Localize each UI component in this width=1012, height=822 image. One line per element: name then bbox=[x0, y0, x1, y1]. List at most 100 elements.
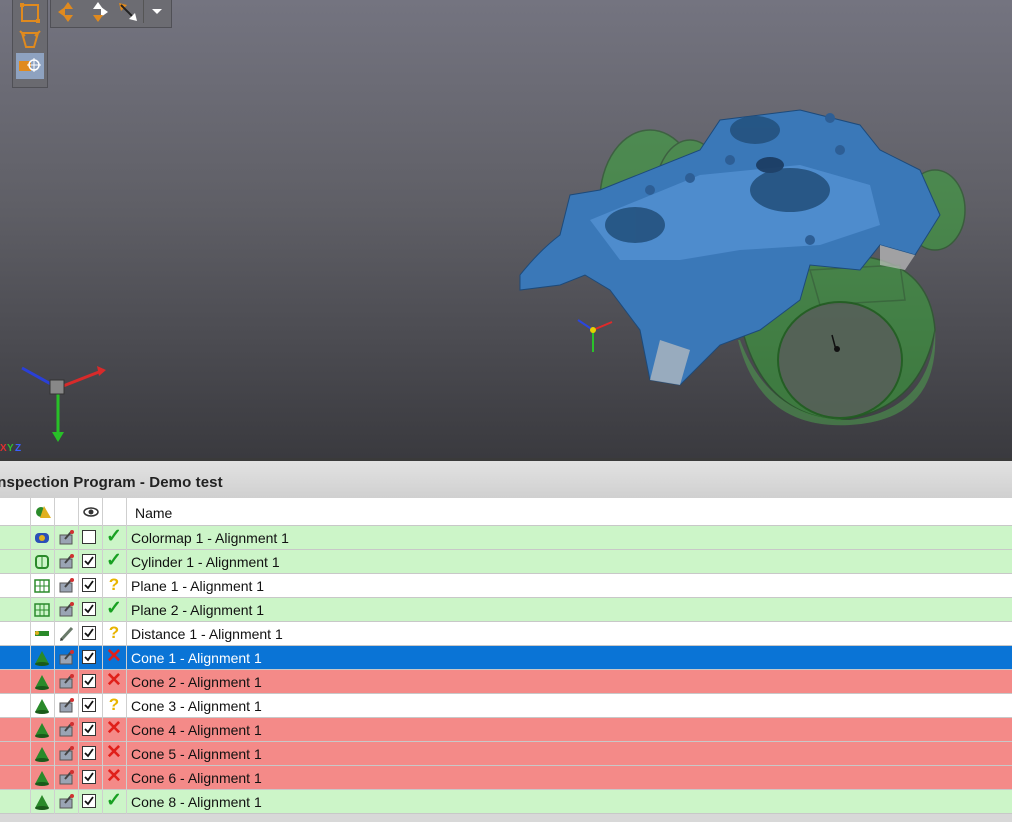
table-row[interactable]: ✓ Colormap 1 - Alignment 1 bbox=[0, 526, 1012, 550]
table-row[interactable]: ✕ Cone 5 - Alignment 1 bbox=[0, 742, 1012, 766]
horizontal-scrollbar[interactable] bbox=[0, 814, 1012, 822]
feature-name: Cone 5 - Alignment 1 bbox=[131, 746, 262, 762]
flip-arrow-icon bbox=[119, 3, 137, 21]
flip-view-button[interactable] bbox=[115, 0, 141, 25]
crosshair-icon bbox=[19, 58, 41, 72]
feature-name: Plane 2 - Alignment 1 bbox=[131, 602, 265, 618]
feature-name: Cone 4 - Alignment 1 bbox=[131, 722, 262, 738]
feature-name: Colormap 1 - Alignment 1 bbox=[131, 530, 289, 546]
svg-text:Z: Z bbox=[15, 443, 22, 453]
status-fail-icon: ✕ bbox=[106, 646, 122, 667]
status-ok-icon: ✓ bbox=[106, 790, 122, 811]
feature-name: Cone 6 - Alignment 1 bbox=[131, 770, 262, 786]
table-row[interactable]: ✓ Cone 8 - Alignment 1 bbox=[0, 790, 1012, 814]
feature-type-icon bbox=[36, 506, 51, 518]
status-unknown-icon: ? bbox=[108, 695, 120, 714]
probe-icon bbox=[57, 529, 75, 547]
align-view-button[interactable] bbox=[55, 0, 81, 25]
orientation-toolbar bbox=[50, 0, 172, 28]
chevron-down-icon bbox=[152, 9, 162, 14]
cone-icon bbox=[33, 745, 51, 763]
cone-icon bbox=[33, 721, 51, 739]
probe-icon bbox=[57, 673, 75, 691]
table-row[interactable]: ? Plane 1 - Alignment 1 bbox=[0, 574, 1012, 598]
visibility-column-header[interactable] bbox=[82, 503, 100, 521]
probe-icon bbox=[57, 577, 75, 595]
visibility-checkbox[interactable] bbox=[82, 626, 96, 640]
visibility-checkbox[interactable] bbox=[82, 554, 96, 568]
bounding-box-icon bbox=[20, 3, 40, 23]
visibility-checkbox[interactable] bbox=[82, 770, 96, 784]
xyz-label-icon: X Y Z bbox=[0, 443, 22, 453]
scene-render bbox=[21, 109, 966, 442]
bounding-box-tool-button[interactable] bbox=[16, 1, 44, 27]
table-row[interactable]: ? Distance 1 - Alignment 1 bbox=[0, 622, 1012, 646]
pencil-icon bbox=[57, 625, 75, 643]
status-ok-icon: ✓ bbox=[106, 526, 122, 547]
visibility-checkbox[interactable] bbox=[82, 602, 96, 616]
probe-icon bbox=[57, 601, 75, 619]
visibility-checkbox[interactable] bbox=[82, 794, 96, 808]
explode-view-button[interactable] bbox=[16, 27, 44, 53]
probe-icon bbox=[57, 553, 75, 571]
visibility-checkbox[interactable] bbox=[82, 578, 96, 592]
table-row[interactable]: ✕ Cone 4 - Alignment 1 bbox=[0, 718, 1012, 742]
rotate-view-button[interactable] bbox=[85, 0, 111, 25]
table-row[interactable]: ✕ Cone 6 - Alignment 1 bbox=[0, 766, 1012, 790]
type-column-header[interactable] bbox=[34, 503, 52, 521]
feature-name: Cone 3 - Alignment 1 bbox=[131, 698, 262, 714]
inspection-table[interactable]: Name ✓ Colormap 1 - Alignment 1 ✓ Cylinder … bbox=[0, 498, 1012, 822]
probe-icon bbox=[57, 697, 75, 715]
status-fail-icon: ✕ bbox=[106, 718, 122, 739]
status-fail-icon: ✕ bbox=[106, 766, 122, 787]
feature-name: Cylinder 1 - Alignment 1 bbox=[131, 554, 280, 570]
visibility-checkbox[interactable] bbox=[82, 674, 96, 688]
status-ok-icon: ✓ bbox=[106, 598, 122, 619]
visibility-checkbox[interactable] bbox=[82, 722, 96, 736]
table-row[interactable]: ? Cone 3 - Alignment 1 bbox=[0, 694, 1012, 718]
colormap-icon bbox=[33, 529, 51, 547]
panel-header: Inspection Program - Demo test bbox=[0, 458, 1012, 498]
visibility-checkbox[interactable] bbox=[82, 698, 96, 712]
view-options-dropdown[interactable] bbox=[147, 0, 167, 25]
cone-icon bbox=[33, 673, 51, 691]
status-ok-icon: ✓ bbox=[106, 550, 122, 571]
explode-icon bbox=[19, 30, 41, 48]
table-row[interactable]: ✓ Plane 2 - Alignment 1 bbox=[0, 598, 1012, 622]
name-column-header[interactable]: Name bbox=[135, 505, 172, 521]
cone-icon bbox=[33, 793, 51, 811]
status-fail-icon: ✕ bbox=[106, 742, 122, 763]
cone-icon bbox=[33, 697, 51, 715]
status-unknown-icon: ? bbox=[108, 623, 120, 642]
distance-icon bbox=[33, 625, 51, 643]
svg-text:Y: Y bbox=[7, 443, 15, 453]
table-row[interactable]: ✓ Cylinder 1 - Alignment 1 bbox=[0, 550, 1012, 574]
status-unknown-icon: ? bbox=[108, 575, 120, 594]
panel-title: Inspection Program - Demo test bbox=[0, 474, 223, 491]
cone-icon bbox=[33, 769, 51, 787]
table-row[interactable]: ✕ Cone 2 - Alignment 1 bbox=[0, 670, 1012, 694]
probe-icon bbox=[57, 649, 75, 667]
probe-icon bbox=[57, 721, 75, 739]
plane-icon bbox=[33, 577, 51, 595]
table-header: Name bbox=[0, 498, 1012, 526]
3d-viewport[interactable]: X Y Z bbox=[0, 0, 1012, 458]
feature-name: Distance 1 - Alignment 1 bbox=[131, 626, 283, 642]
target-view-button[interactable] bbox=[16, 53, 44, 79]
table-row[interactable]: ✕ Cone 1 - Alignment 1 bbox=[0, 646, 1012, 670]
visibility-checkbox[interactable] bbox=[82, 650, 96, 664]
rotate-arrows-icon bbox=[93, 2, 108, 22]
feature-name: Plane 1 - Alignment 1 bbox=[131, 578, 265, 594]
probe-icon bbox=[57, 745, 75, 763]
status-fail-icon: ✕ bbox=[106, 670, 122, 691]
cylinder-icon bbox=[33, 553, 51, 571]
cone-icon bbox=[33, 649, 51, 667]
feature-name: Cone 8 - Alignment 1 bbox=[131, 794, 262, 810]
probe-icon bbox=[57, 769, 75, 787]
feature-name: Cone 1 - Alignment 1 bbox=[131, 650, 262, 666]
visibility-checkbox[interactable] bbox=[82, 530, 96, 544]
visibility-checkbox[interactable] bbox=[82, 746, 96, 760]
view-toolbar bbox=[12, 0, 48, 88]
eye-icon bbox=[83, 507, 99, 517]
orient-arrows-icon bbox=[58, 2, 73, 22]
